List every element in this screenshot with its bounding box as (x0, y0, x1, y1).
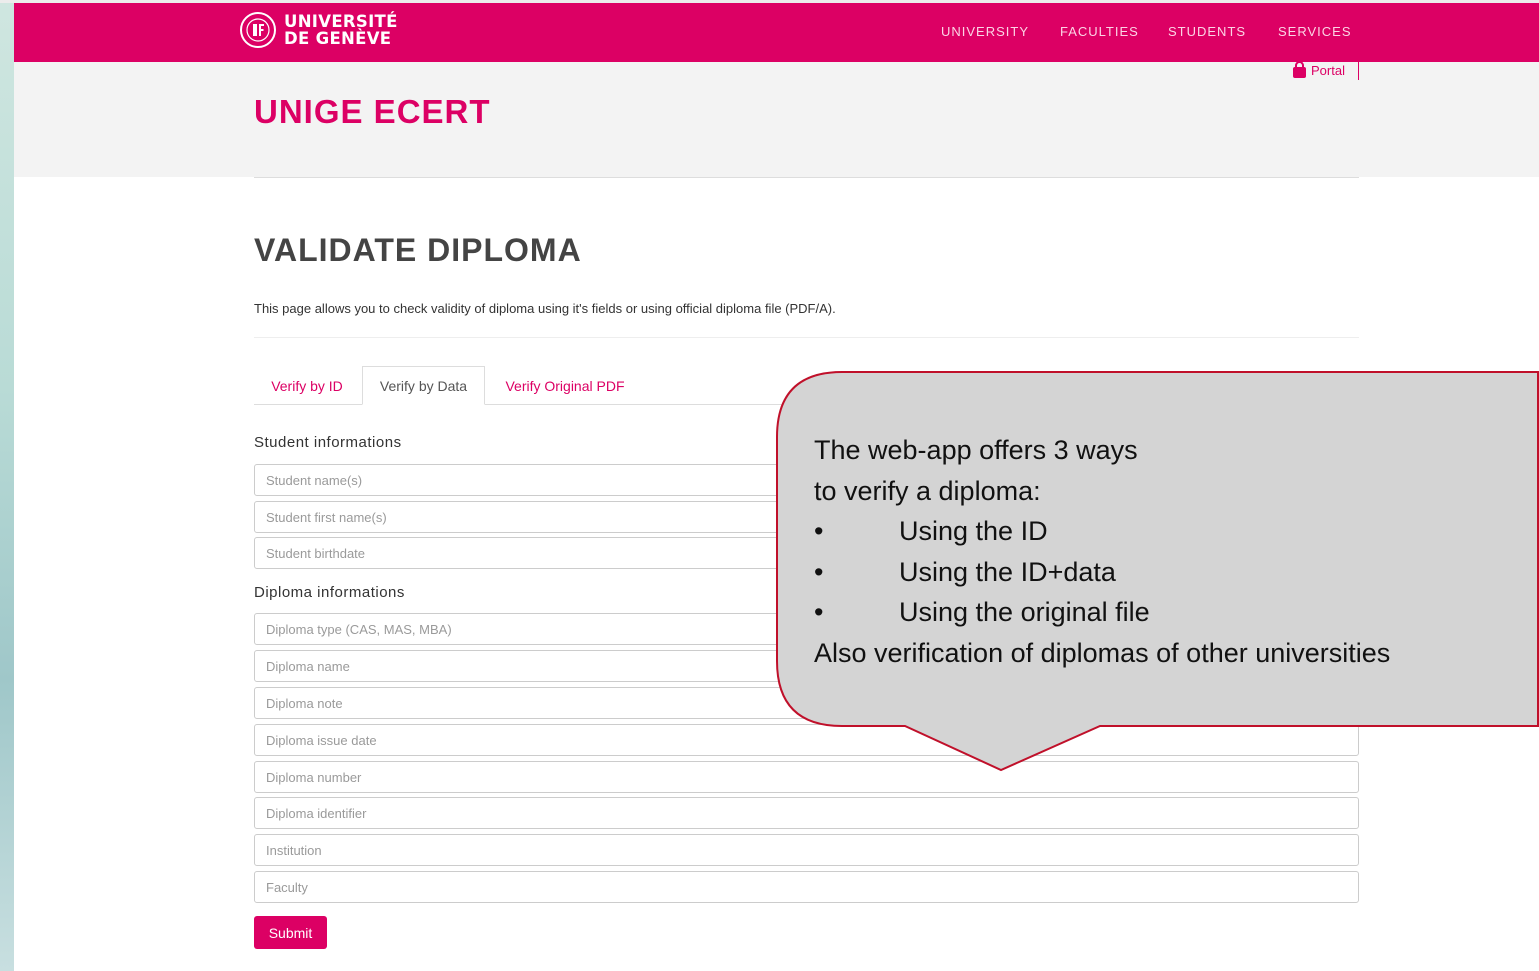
university-logo[interactable]: UNIVERSITÉ DE GENÈVE (240, 8, 398, 52)
diploma-name-input[interactable] (254, 650, 1359, 682)
student-birthdate-input[interactable] (254, 537, 1359, 569)
portal-link[interactable]: Portal (1293, 60, 1345, 78)
student-name-input[interactable] (254, 464, 1359, 496)
site-title[interactable]: UNIGE ECERT (254, 93, 491, 131)
tab-verify-original-pdf[interactable]: Verify Original PDF (487, 366, 643, 405)
nav-services[interactable]: SERVICES (1278, 24, 1352, 39)
title-band (14, 62, 1539, 177)
tab-verify-by-data[interactable]: Verify by Data (362, 366, 485, 405)
student-section-heading: Student informations (254, 434, 402, 451)
left-edge-decoration (0, 0, 14, 971)
institution-input[interactable] (254, 834, 1359, 866)
intro-divider (254, 337, 1359, 338)
nav-university[interactable]: UNIVERSITY (941, 24, 1029, 39)
portal-label: Portal (1311, 63, 1345, 78)
portal-divider (1358, 62, 1359, 80)
lock-icon (1293, 60, 1306, 78)
faculty-input[interactable] (254, 871, 1359, 903)
submit-button[interactable]: Submit (254, 916, 327, 949)
diploma-note-input[interactable] (254, 687, 1359, 719)
diploma-number-input[interactable] (254, 761, 1359, 793)
student-first-name-input[interactable] (254, 501, 1359, 533)
university-seal-icon (240, 12, 276, 48)
nav-faculties[interactable]: FACULTIES (1060, 24, 1139, 39)
diploma-issue-date-input[interactable] (254, 724, 1359, 756)
diploma-type-input[interactable] (254, 613, 1359, 645)
logo-wordmark: UNIVERSITÉ DE GENÈVE (284, 13, 398, 47)
diploma-section-heading: Diploma informations (254, 584, 405, 601)
page-intro: This page allows you to check validity o… (254, 301, 836, 316)
tab-verify-by-id[interactable]: Verify by ID (254, 366, 360, 405)
logo-line-1: UNIVERSITÉ (284, 12, 398, 31)
logo-line-2: DE GENÈVE (284, 29, 392, 48)
page-heading: VALIDATE DIPLOMA (254, 232, 582, 268)
band-divider (254, 177, 1359, 178)
nav-students[interactable]: STUDENTS (1168, 24, 1246, 39)
diploma-identifier-input[interactable] (254, 797, 1359, 829)
